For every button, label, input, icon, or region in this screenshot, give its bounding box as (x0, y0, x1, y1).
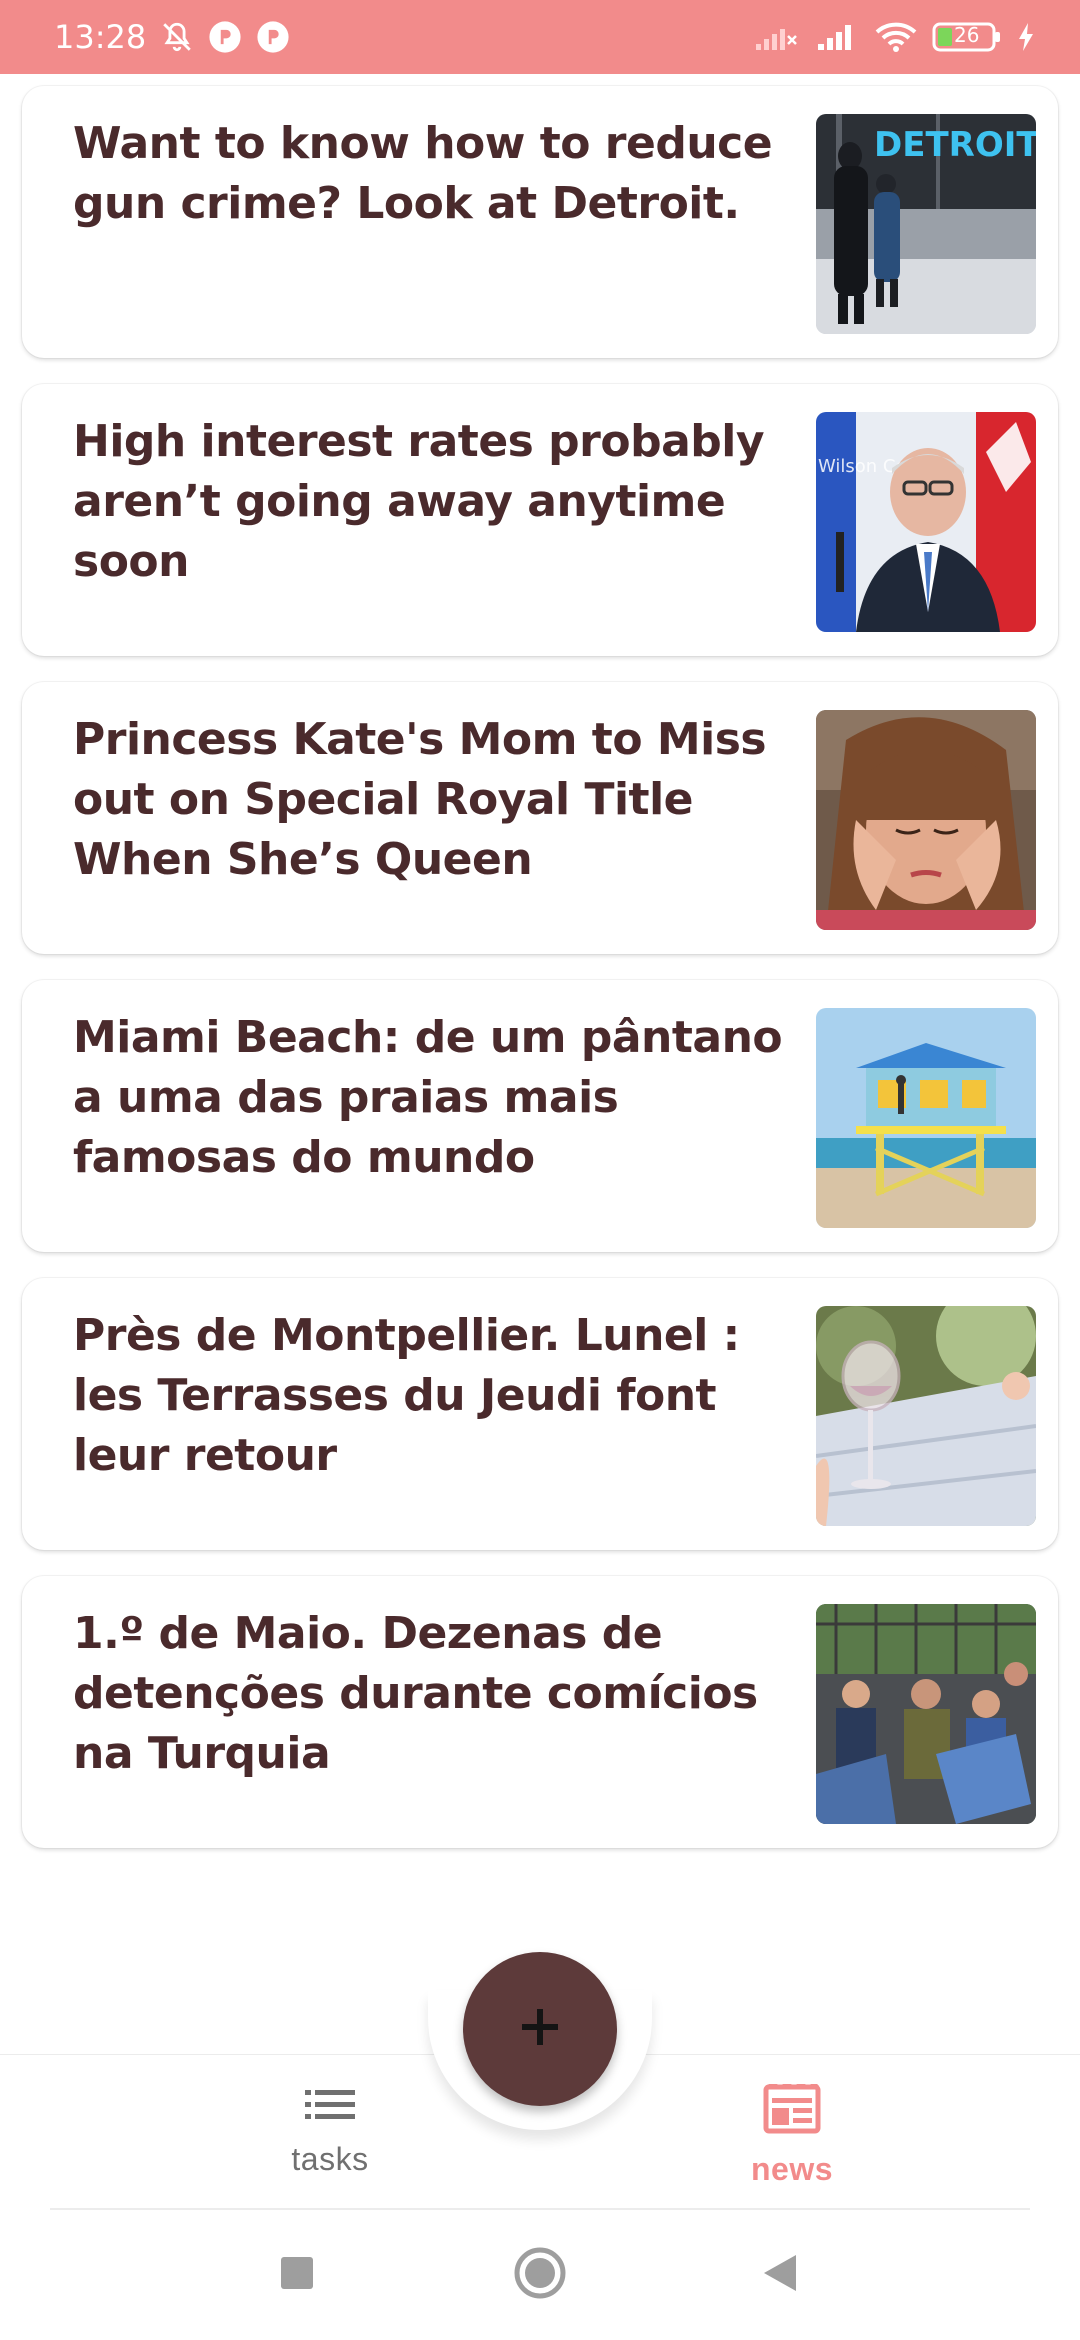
status-left: 13:28 (54, 18, 290, 56)
news-title: Princess Kate's Mom to Miss out on Speci… (73, 714, 767, 885)
news-title: 1.º de Maio. Dezenas de detenções durant… (73, 1608, 758, 1779)
news-card[interactable]: High interest rates probably aren’t goin… (22, 384, 1058, 656)
news-card[interactable]: Want to know how to reduce gun crime? Lo… (22, 86, 1058, 358)
home-circle-icon (513, 2246, 567, 2305)
news-title: High interest rates probably aren’t goin… (73, 416, 765, 587)
newspaper-icon (763, 2082, 821, 2139)
list-icon (303, 2084, 357, 2129)
news-title: Miami Beach: de um pântano a uma das pra… (73, 1012, 783, 1183)
back-triangle-icon (762, 2253, 798, 2298)
news-title: Want to know how to reduce gun crime? Lo… (73, 118, 773, 229)
wifi-icon (874, 21, 918, 53)
status-bar: 13:28 26 (0, 0, 1080, 74)
no-signal-icon (754, 22, 800, 52)
nav-news[interactable]: news (682, 2082, 902, 2194)
battery-icon: 26 (932, 20, 1002, 54)
news-thumbnail (816, 710, 1036, 930)
nav-tasks[interactable]: tasks (220, 2084, 440, 2194)
news-card[interactable]: 1.º de Maio. Dezenas de detenções durant… (22, 1576, 1058, 1848)
news-card[interactable]: Près de Montpellier. Lunel : les Terrass… (22, 1278, 1058, 1550)
home-button[interactable] (475, 2210, 605, 2340)
battery-level: 26 (954, 23, 980, 47)
status-right: 26 (754, 20, 1036, 54)
signal-icon (814, 22, 860, 52)
charging-icon (1016, 22, 1036, 52)
news-title: Près de Montpellier. Lunel : les Terrass… (73, 1310, 740, 1481)
news-thumbnail (816, 1306, 1036, 1526)
news-thumbnail: Wilson Center (816, 412, 1036, 632)
status-time: 13:28 (54, 18, 147, 56)
nav-news-label: news (750, 2151, 834, 2187)
news-thumbnail: DETROIT (816, 114, 1036, 334)
news-thumbnail (816, 1604, 1036, 1824)
news-card[interactable]: Miami Beach: de um pântano a uma das pra… (22, 980, 1058, 1252)
app-notification-icon (256, 20, 290, 54)
recents-button[interactable] (232, 2210, 362, 2340)
news-card[interactable]: Princess Kate's Mom to Miss out on Speci… (22, 682, 1058, 954)
square-icon (280, 2256, 314, 2295)
nav-tasks-label: tasks (291, 2141, 369, 2177)
mute-icon (160, 20, 194, 54)
add-button[interactable] (463, 1952, 617, 2106)
system-nav-bar (0, 2210, 1080, 2340)
app-notification-icon (208, 20, 242, 54)
back-button[interactable] (715, 2210, 845, 2340)
thumb-sign-text: DETROIT (874, 125, 1036, 165)
plus-icon (518, 2005, 562, 2054)
news-thumbnail (816, 1008, 1036, 1228)
